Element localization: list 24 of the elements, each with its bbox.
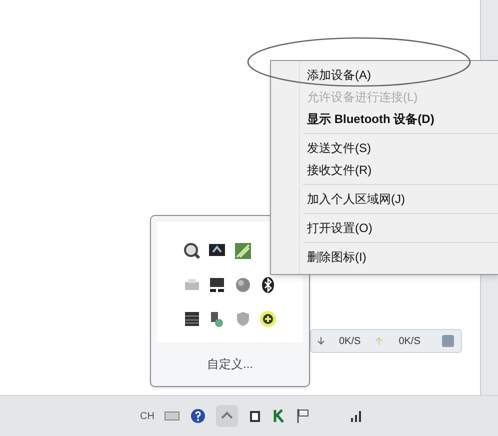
menu-item[interactable]: 删除图标(I) xyxy=(271,246,498,268)
network-icon[interactable] xyxy=(234,242,252,260)
grid-icon[interactable] xyxy=(182,310,201,328)
menu-item[interactable]: 打开设置(O) xyxy=(271,217,498,239)
download-arrow-icon xyxy=(317,336,325,346)
menu-item[interactable]: 加入个人区域网(J) xyxy=(271,188,498,210)
upload-arrow-icon xyxy=(374,336,383,346)
letter-k-icon[interactable] xyxy=(272,408,286,424)
globe-icon[interactable] xyxy=(234,276,252,294)
flag-icon[interactable] xyxy=(296,408,310,424)
display-icon[interactable] xyxy=(208,276,226,294)
show-hidden-icon[interactable] xyxy=(216,405,238,427)
menu-item[interactable]: 接收文件(R) xyxy=(271,159,498,181)
upload-speed: 0K/S xyxy=(398,334,420,348)
customize-link[interactable]: 自定义... xyxy=(206,355,253,373)
magnifier-icon[interactable] xyxy=(182,242,201,260)
language-indicator[interactable]: CH xyxy=(140,408,154,424)
download-speed: 0K/S xyxy=(339,334,361,348)
menu-item[interactable]: 添加设备(A) xyxy=(271,64,498,86)
menu-item[interactable]: 发送文件(S) xyxy=(271,137,498,159)
menu-item[interactable]: 显示 Bluetooth 设备(D) xyxy=(271,108,498,130)
help-icon[interactable] xyxy=(190,408,206,424)
keyboard-icon[interactable] xyxy=(164,410,180,422)
plus-icon[interactable] xyxy=(259,310,278,328)
